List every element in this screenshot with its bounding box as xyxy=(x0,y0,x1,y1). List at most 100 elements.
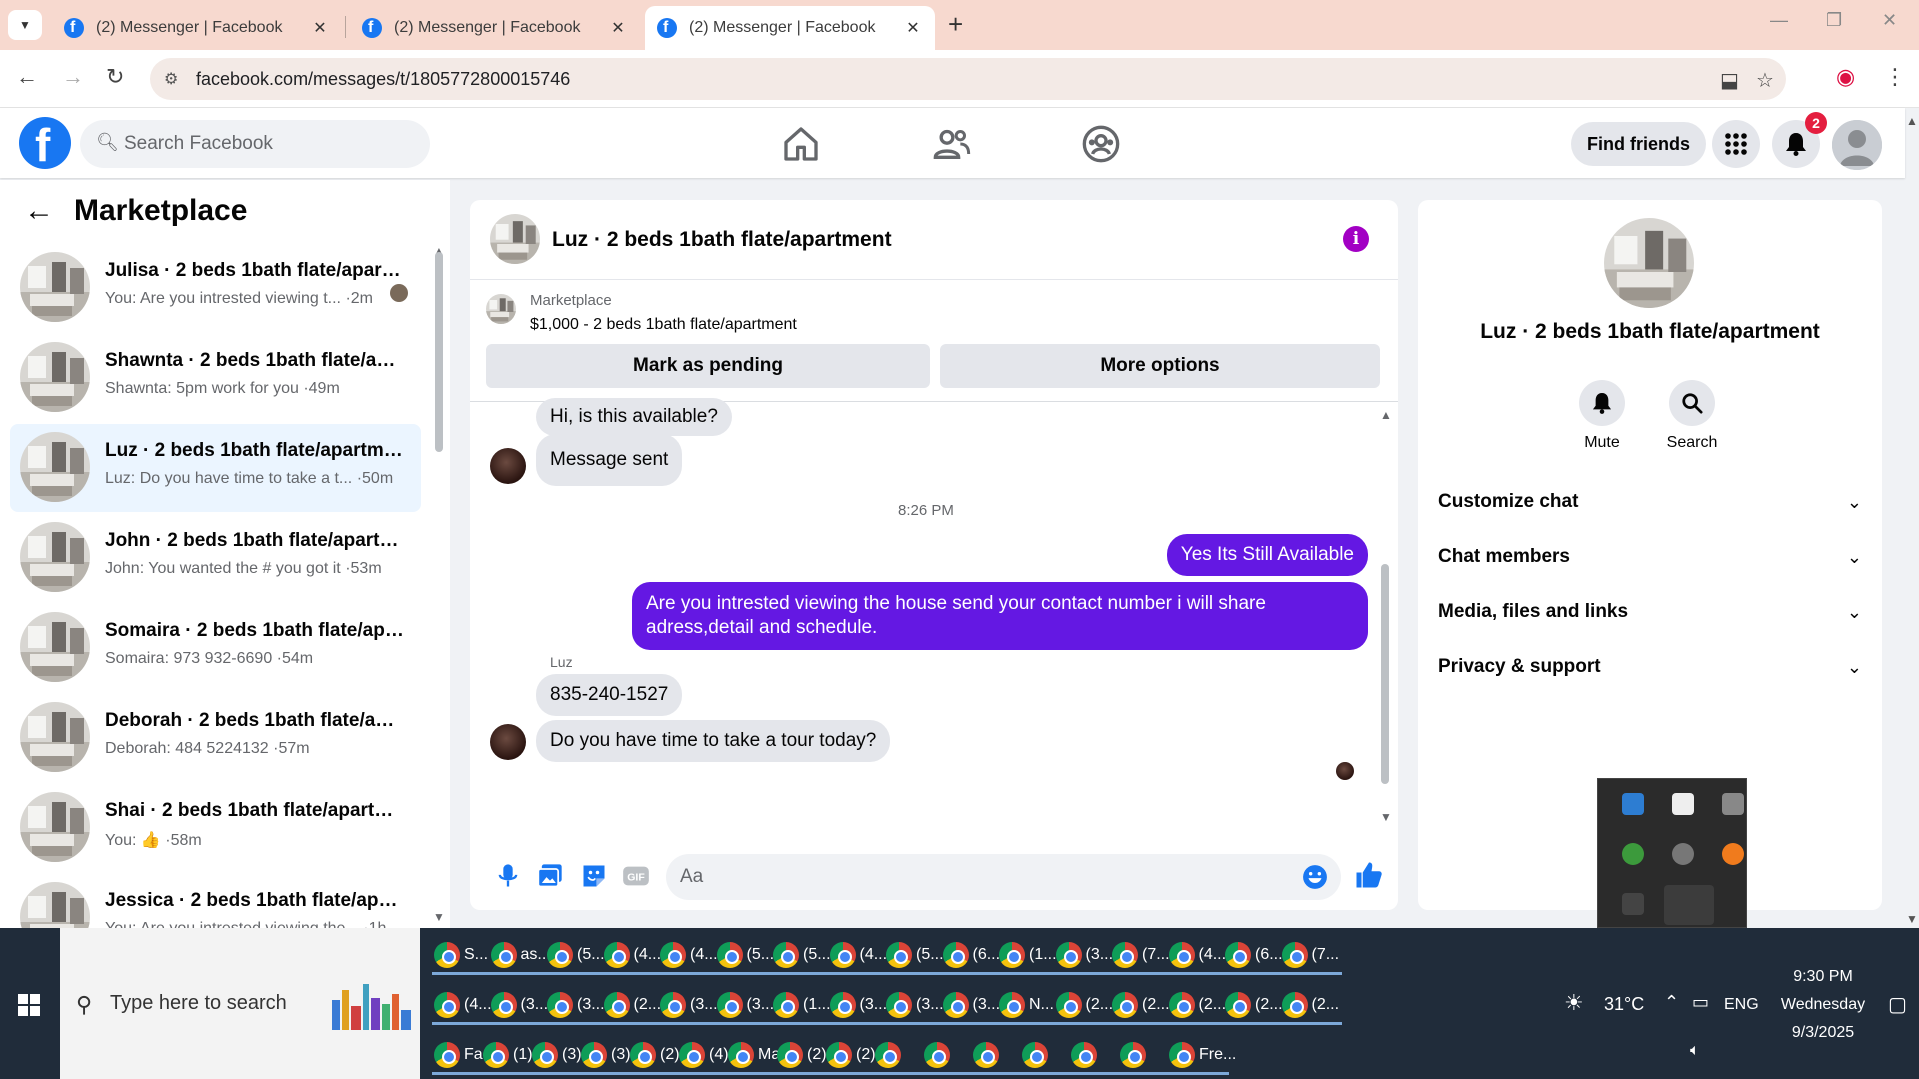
conversation-item[interactable]: Jessica · 2 beds 1bath flate/apartment Yo… xyxy=(10,874,421,928)
chat-title[interactable]: Luz · 2 beds 1bath flate/apartment xyxy=(552,228,892,252)
message-bubble-outgoing[interactable]: Are you intrested viewing the house send… xyxy=(632,582,1368,650)
network-icon[interactable]: ▭ xyxy=(1692,992,1709,1013)
minimize-button[interactable]: — xyxy=(1770,10,1788,31)
clock-day[interactable]: Wednesday xyxy=(1768,996,1878,1014)
photo-gallery-icon[interactable] xyxy=(536,862,564,890)
clock-time[interactable]: 9:30 PM xyxy=(1782,968,1864,986)
scroll-down-arrow-icon[interactable]: ▼ xyxy=(433,910,445,924)
site-info-icon[interactable]: ⚙ xyxy=(164,69,178,89)
groups-icon[interactable] xyxy=(1081,124,1121,164)
customize-chat-section[interactable]: Customize chat ⌄ xyxy=(1438,480,1862,524)
privacy-support-section[interactable]: Privacy & support ⌄ xyxy=(1438,645,1862,689)
conversation-item[interactable]: Luz · 2 beds 1bath flate/apartment Luz: D… xyxy=(10,424,421,512)
language-indicator[interactable]: ENG xyxy=(1724,996,1759,1014)
volume-icon[interactable]: 🔈︎ xyxy=(1690,1042,1700,1060)
microphone-icon[interactable] xyxy=(494,862,522,890)
message-bubble-incoming[interactable]: Message sent xyxy=(536,434,683,486)
onedrive-cloud-icon[interactable] xyxy=(1722,793,1744,815)
details-avatar[interactable] xyxy=(1604,218,1694,308)
taskbar-app-button[interactable]: Fre... xyxy=(1165,1034,1236,1075)
taskbar-app-button[interactable]: (2... xyxy=(1278,984,1344,1025)
scroll-up-arrow-icon[interactable]: ▲ xyxy=(1380,408,1392,422)
facebook-search-input[interactable] xyxy=(124,120,414,168)
back-button[interactable]: ← xyxy=(16,64,38,90)
chat-members-section[interactable]: Chat members ⌄ xyxy=(1438,535,1862,579)
friends-icon[interactable] xyxy=(932,124,972,164)
home-icon[interactable] xyxy=(781,124,821,164)
address-bar[interactable]: ⚙ facebook.com/messages/t/18057728000157… xyxy=(150,58,1786,100)
security-shield-icon[interactable] xyxy=(1672,793,1694,815)
message-bubble-incoming[interactable]: Do you have time to take a tour today? xyxy=(536,720,891,762)
message-scrollbar[interactable] xyxy=(1381,564,1389,784)
weather-icon[interactable]: ☀ xyxy=(1564,990,1584,1016)
menu-grid-button[interactable] xyxy=(1712,120,1760,168)
search-action[interactable]: Search xyxy=(1652,380,1732,452)
page-scroll-up-arrow-icon[interactable]: ▲ xyxy=(1906,114,1918,128)
network-app-icon[interactable] xyxy=(1622,793,1644,815)
media-files-links-section[interactable]: Media, files and links ⌄ xyxy=(1438,590,1862,634)
close-icon[interactable]: ✕ xyxy=(608,18,628,38)
windows-start-icon[interactable] xyxy=(18,994,40,1016)
avast-app-icon[interactable] xyxy=(1722,843,1744,865)
restore-button[interactable]: ❐ xyxy=(1826,10,1842,31)
message-bubble-incoming[interactable]: Hi, is this available? xyxy=(536,398,732,436)
page-scroll-down-arrow-icon[interactable]: ▼ xyxy=(1906,912,1918,926)
facebook-logo-icon[interactable]: f xyxy=(19,117,71,171)
feather-app-icon[interactable] xyxy=(1664,885,1714,925)
forward-button[interactable]: → xyxy=(62,64,84,90)
mark-as-pending-button[interactable]: Mark as pending xyxy=(486,344,930,388)
message-bubble-outgoing[interactable]: Yes Its Still Available xyxy=(1166,534,1368,576)
message-input-wrapper[interactable] xyxy=(666,854,1341,900)
sticker-icon[interactable] xyxy=(580,862,608,890)
weather-temperature[interactable]: 31°C xyxy=(1604,994,1644,1015)
conversation-item[interactable]: Somaira · 2 beds 1bath flate/apartment So… xyxy=(10,604,421,692)
browser-tab-2[interactable]: (2) Messenger | Facebook ✕ xyxy=(350,6,640,50)
notification-center-icon[interactable]: ▢ xyxy=(1888,992,1907,1017)
script-app-icon[interactable] xyxy=(1622,893,1644,915)
menu-kebab-icon[interactable]: ⋮ xyxy=(1884,64,1906,90)
emoji-icon[interactable] xyxy=(1302,864,1328,890)
new-tab-button[interactable]: + xyxy=(948,10,963,38)
sender-avatar[interactable] xyxy=(490,448,526,484)
thumbs-up-icon[interactable] xyxy=(1354,860,1384,890)
info-icon[interactable]: i xyxy=(1343,226,1369,252)
account-avatar[interactable] xyxy=(1832,120,1882,170)
sender-avatar[interactable] xyxy=(490,724,526,760)
conversation-item[interactable]: John · 2 beds 1bath flate/apartment John:… xyxy=(10,514,421,602)
bookmark-star-icon[interactable]: ☆ xyxy=(1756,68,1774,93)
browser-tab-3-active[interactable]: (2) Messenger | Facebook ✕ xyxy=(645,6,935,50)
listing-thumbnail[interactable] xyxy=(486,294,516,324)
message-bubble-incoming[interactable]: 835-240-1527 xyxy=(536,674,683,716)
taskbar-app-button[interactable]: (7... xyxy=(1278,934,1344,975)
close-icon[interactable]: ✕ xyxy=(310,18,330,38)
details-title[interactable]: Luz · 2 beds 1bath flate/apartment xyxy=(1418,320,1882,344)
tab-search-button[interactable]: ▼ xyxy=(8,10,42,40)
close-icon[interactable]: ✕ xyxy=(903,18,923,38)
browser-tab-1[interactable]: (2) Messenger | Facebook ✕ xyxy=(52,6,342,50)
url-text[interactable]: facebook.com/messages/t/1805772800015746 xyxy=(196,69,570,90)
conversation-item[interactable]: Julisa · 2 beds 1bath flate/apartment You… xyxy=(10,244,421,332)
mute-action[interactable]: Mute xyxy=(1562,380,1642,452)
taskbar-search[interactable]: ⚲ Type here to search xyxy=(60,928,420,1079)
back-arrow-icon[interactable]: ← xyxy=(24,194,54,228)
conversation-item[interactable]: Shai · 2 beds 1bath flate/apartment You: … xyxy=(10,784,421,872)
facebook-search[interactable]: 🔍︎ xyxy=(80,120,430,168)
scroll-down-arrow-icon[interactable]: ▼ xyxy=(1380,810,1392,824)
gif-icon[interactable]: GIF xyxy=(622,862,650,890)
conversation-item[interactable]: Deborah · 2 beds 1bath flate/apartment De… xyxy=(10,694,421,782)
conversation-list-scrollbar[interactable] xyxy=(435,252,443,452)
conversation-item[interactable]: Shawnta · 2 beds 1bath flate/apartment Sh… xyxy=(10,334,421,422)
message-input[interactable] xyxy=(680,854,1280,900)
find-friends-button[interactable]: Find friends xyxy=(1571,122,1706,166)
listing-title[interactable]: $1,000 - 2 beds 1bath flate/apartment xyxy=(530,316,797,334)
clock-date[interactable]: 9/3/2025 xyxy=(1782,1024,1864,1042)
chat-avatar[interactable] xyxy=(490,214,540,264)
more-options-button[interactable]: More options xyxy=(940,344,1380,388)
close-window-button[interactable]: ✕ xyxy=(1882,10,1897,31)
globe-app-icon[interactable] xyxy=(1622,843,1644,865)
reload-button[interactable]: ↻ xyxy=(106,64,124,90)
install-app-icon[interactable]: ⬓ xyxy=(1720,68,1739,93)
chevron-up-icon[interactable]: ⌃ xyxy=(1664,992,1679,1013)
satellite-app-icon[interactable] xyxy=(1672,843,1694,865)
profile-icon[interactable]: ◉ xyxy=(1836,64,1855,90)
